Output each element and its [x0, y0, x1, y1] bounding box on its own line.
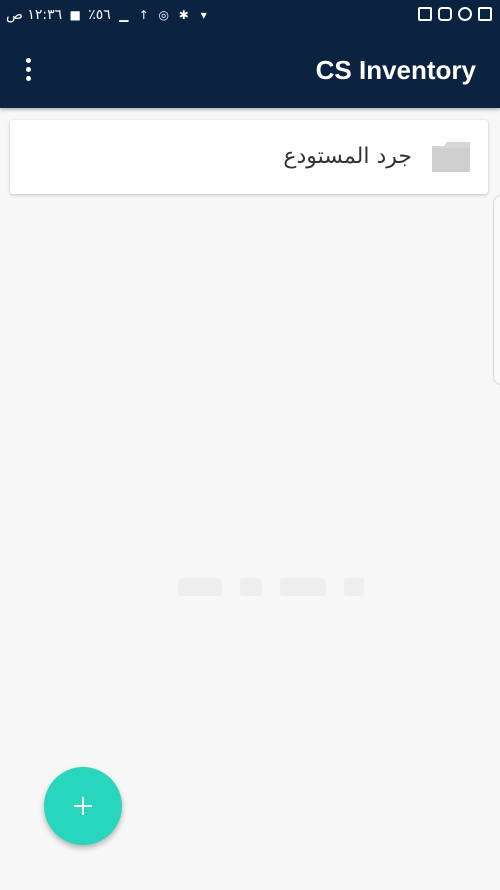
instagram-icon — [438, 7, 452, 21]
more-vert-icon[interactable] — [16, 54, 44, 86]
list-item[interactable]: جرد المستودع — [10, 120, 488, 194]
empty-state-placeholder — [178, 578, 364, 596]
placeholder-block — [344, 578, 364, 596]
battery-percent-text: ٪٥٦ — [88, 7, 111, 23]
app-bar: CS Inventory — [0, 32, 500, 108]
placeholder-block — [280, 578, 326, 596]
signal-icon: ▁ — [119, 8, 129, 22]
status-right-cluster — [418, 7, 492, 21]
placeholder-block — [178, 578, 222, 596]
lock-icon: ■ — [69, 8, 81, 22]
location-icon: ▾ — [200, 8, 207, 22]
clock-text: ١٢:٣٦ ص — [6, 7, 63, 23]
image-icon — [478, 7, 492, 21]
list-item-label: جرد المستودع — [283, 144, 412, 169]
messenger-icon — [458, 7, 472, 21]
status-left-cluster: ١٢:٣٦ ص ■ ٪٥٦ ▁ ↑ ◎ ✱ ▾ — [6, 7, 211, 23]
side-panel-edge — [493, 195, 500, 385]
status-bar: ١٢:٣٦ ص ■ ٪٥٦ ▁ ↑ ◎ ✱ ▾ — [0, 0, 500, 32]
placeholder-block — [240, 578, 262, 596]
plus-icon — [82, 797, 84, 815]
folder-icon — [432, 142, 470, 172]
gallery-icon — [418, 7, 432, 21]
wifi-icon: ↑ — [138, 8, 149, 22]
add-button[interactable] — [44, 767, 122, 845]
menu-dot — [26, 76, 31, 81]
menu-dot — [26, 67, 31, 72]
app-title: CS Inventory — [315, 55, 476, 85]
alarm-icon: ◎ — [158, 8, 169, 22]
menu-dot — [26, 58, 31, 63]
bluetooth-icon: ✱ — [178, 8, 189, 22]
